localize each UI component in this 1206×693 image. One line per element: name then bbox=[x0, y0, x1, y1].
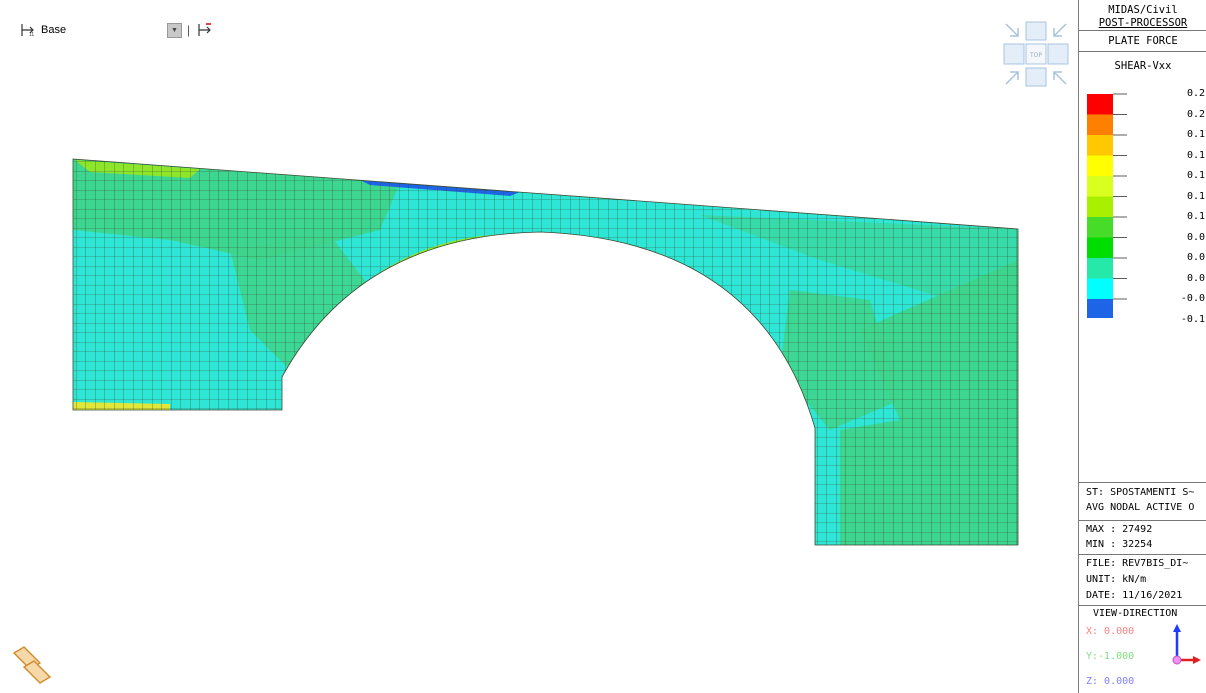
contour-level-label: 0.1 bbox=[1186, 129, 1205, 140]
plate-mesh-contour[interactable] bbox=[0, 0, 1078, 693]
legend-file: FILE: REV7BIS_DI~ bbox=[1086, 558, 1189, 569]
contour-level-label: 0.2 bbox=[1186, 88, 1205, 99]
corner-arrow-icon[interactable] bbox=[1005, 71, 1019, 85]
contour-band bbox=[1087, 258, 1113, 279]
corner-arrow-icon[interactable] bbox=[1053, 71, 1067, 85]
contour-level-label: 0.0 bbox=[1186, 231, 1205, 243]
contour-band bbox=[1087, 237, 1113, 258]
contour-level-label: 0.1 bbox=[1186, 170, 1205, 181]
axis-icon bbox=[1172, 624, 1201, 665]
view-cube-left-face[interactable] bbox=[1003, 43, 1025, 65]
view-cube-label: TOP bbox=[1029, 52, 1042, 59]
legend-title-app: MIDAS/Civil bbox=[1108, 4, 1178, 16]
corner-arrow-icon[interactable] bbox=[1005, 23, 1019, 37]
contour-band bbox=[1087, 299, 1113, 318]
contour-level-label: 0.1 bbox=[1186, 190, 1205, 202]
legend-title-module: POST-PROCESSOR bbox=[1098, 17, 1188, 29]
contour-band bbox=[1087, 278, 1113, 299]
legend-date: DATE: 11/16/2021 bbox=[1086, 590, 1183, 601]
contour-level-label: 0.1 bbox=[1186, 211, 1205, 222]
view-dir-y: Y:-1.000 bbox=[1086, 651, 1135, 662]
contour-level-label: 0.1 bbox=[1186, 149, 1205, 161]
view-dir-z: Z: 0.000 bbox=[1086, 676, 1135, 687]
view-cube-top-face[interactable] bbox=[1025, 21, 1047, 41]
view-cube-right-face[interactable] bbox=[1047, 43, 1069, 65]
contour-level-label: -0.1 bbox=[1180, 313, 1205, 325]
contour-level-label: 0.2 bbox=[1186, 108, 1205, 120]
view-cube[interactable]: TOP bbox=[1000, 18, 1072, 90]
contour-band bbox=[1087, 135, 1113, 156]
story-level-icon[interactable]: 11 bbox=[18, 21, 38, 39]
legend-header: MIDAS/Civil POST-PROCESSOR bbox=[1079, 0, 1206, 30]
legend-panel: MIDAS/Civil POST-PROCESSOR PLATE FORCE S… bbox=[1078, 0, 1206, 693]
legend-avg: AVG NODAL ACTIVE O bbox=[1086, 502, 1195, 513]
legend-min: MIN : 32254 bbox=[1086, 539, 1153, 550]
contour-band bbox=[1087, 176, 1113, 197]
toolbar-separator: | bbox=[187, 23, 191, 37]
corner-arrow-icon[interactable] bbox=[1053, 23, 1067, 37]
view-cube-bottom-face[interactable] bbox=[1025, 67, 1047, 87]
contour-band bbox=[1087, 94, 1113, 115]
legend-view-direction: VIEW-DIRECTION bbox=[1093, 608, 1178, 619]
story-level-arrow-icon[interactable] bbox=[195, 21, 215, 39]
model-viewport[interactable]: 11 Base ▼ | TOP bbox=[0, 0, 1078, 693]
contour-band bbox=[1087, 196, 1113, 217]
legend-result-type: PLATE FORCE bbox=[1108, 35, 1178, 47]
contour-level-label: -0.0 bbox=[1180, 293, 1205, 304]
view-dir-x: X: 0.000 bbox=[1086, 626, 1135, 637]
story-toolbar: 11 Base ▼ | bbox=[18, 20, 215, 40]
chevron-down-icon[interactable]: ▼ bbox=[167, 22, 182, 38]
svg-text:11: 11 bbox=[29, 32, 34, 37]
legend-component: SHEAR-Vxx bbox=[1114, 60, 1172, 72]
contour-band bbox=[1087, 155, 1113, 176]
legend-unit: UNIT: kN/m bbox=[1086, 574, 1147, 585]
contour-band bbox=[1087, 114, 1113, 135]
axis-triad-icon bbox=[12, 646, 52, 684]
story-name-label[interactable]: Base bbox=[41, 24, 151, 36]
mesh-grid bbox=[73, 159, 1018, 545]
legend-max: MAX : 27492 bbox=[1086, 524, 1153, 535]
contour-level-label: 0.0 bbox=[1186, 272, 1205, 284]
contour-band bbox=[1087, 217, 1113, 238]
contour-level-label: 0.0 bbox=[1186, 252, 1205, 263]
legend-step: ST: SPOSTAMENTI S~ bbox=[1086, 487, 1195, 498]
contour-color-bar bbox=[1087, 93, 1127, 318]
